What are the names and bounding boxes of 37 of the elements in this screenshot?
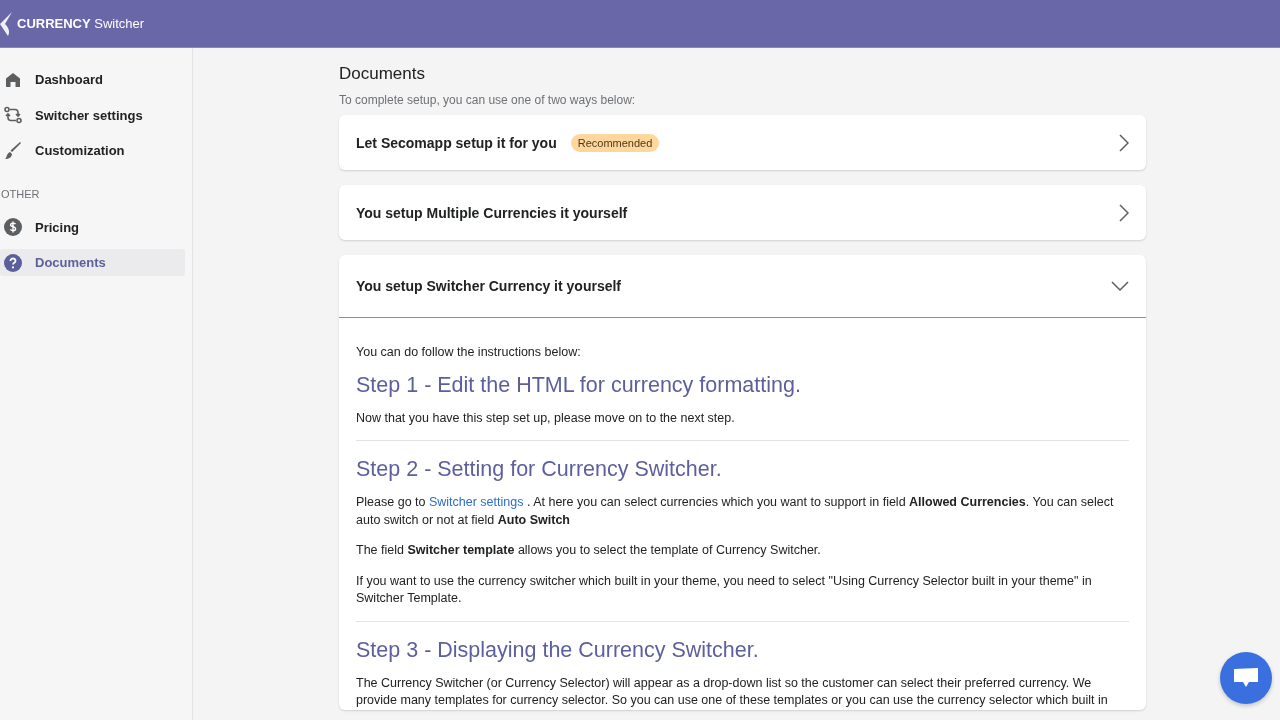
accordion-header[interactable]: You setup Switcher Currency it yourself bbox=[339, 255, 1146, 318]
sidebar-item[interactable]: Switcher settings bbox=[0, 101, 185, 129]
step-heading: Step 3 - Displaying the Currency Switcher. bbox=[356, 636, 760, 663]
accordion-title: Let Secomapp setup it for you bbox=[356, 134, 557, 151]
paragraph: The Currency Switcher (or Currency Selector) will appear as a drop-down list so the customer can select their preferred currency. We provide many templates for currency selector. So you can use one of these templates or you can use the currency selector which built in bbox=[356, 674, 1109, 709]
chevron-down-icon bbox=[1111, 281, 1129, 291]
accordion-title: You setup Switcher Currency it yourself bbox=[356, 278, 622, 294]
chat-icon bbox=[1233, 667, 1259, 689]
paragraph: Please go to Switcher settings . At here you can select currencies which you want to support in field Allowed Currencies. You can select auto switch or not at field Auto Switch bbox=[356, 494, 1115, 529]
chevron-right-icon bbox=[1119, 203, 1129, 222]
swap-icon bbox=[3, 106, 23, 124]
step-heading: Step 2 - Setting for Currency Switcher. bbox=[356, 456, 723, 482]
step-heading: Step 1 - Edit the HTML for currency formatting. bbox=[356, 371, 802, 398]
home-icon bbox=[5, 71, 21, 88]
accordion-title: You setup Multiple Currencies it yourself bbox=[356, 204, 628, 221]
sidebar-item[interactable]: Dashboard bbox=[0, 66, 185, 93]
logo-text: CURRENCY Switcher bbox=[17, 16, 145, 31]
logo-icon bbox=[0, 11, 14, 36]
sidebar-item[interactable]: Documents bbox=[0, 249, 185, 276]
chevron-right-icon bbox=[1119, 133, 1129, 152]
sidebar-item[interactable]: Pricing bbox=[0, 213, 185, 241]
section-heading: OTHER bbox=[0, 186, 41, 202]
page-subtitle: To complete setup, you can use one of two ways below: bbox=[339, 93, 637, 107]
accordion-header[interactable]: You setup Multiple Currencies it yourself bbox=[339, 185, 1146, 240]
paragraph: Now that you have this step set up, please move on to the next step. bbox=[356, 409, 736, 427]
recommended-badge: Recommended bbox=[570, 133, 660, 152]
intro-text: You can do follow the instructions below: bbox=[356, 344, 582, 361]
page-title: Documents bbox=[339, 64, 426, 84]
sidebar-item[interactable]: Customization bbox=[0, 137, 185, 164]
paragraph: The field Switcher template allows you to select the template of Currency Switcher. bbox=[356, 542, 822, 559]
paragraph: If you want to use the currency switcher which built in your theme, you need to select "Using Currency Selector built in your theme" in Switcher Template. bbox=[356, 572, 1093, 607]
accordion-header[interactable]: Let Secomapp setup it for you Recommended bbox=[339, 115, 1146, 170]
dollar-icon bbox=[4, 218, 22, 236]
brush-icon bbox=[4, 141, 22, 160]
settings-link[interactable]: Switcher settings bbox=[428, 495, 524, 509]
chat-button[interactable] bbox=[1220, 652, 1272, 704]
help-icon bbox=[4, 253, 22, 272]
